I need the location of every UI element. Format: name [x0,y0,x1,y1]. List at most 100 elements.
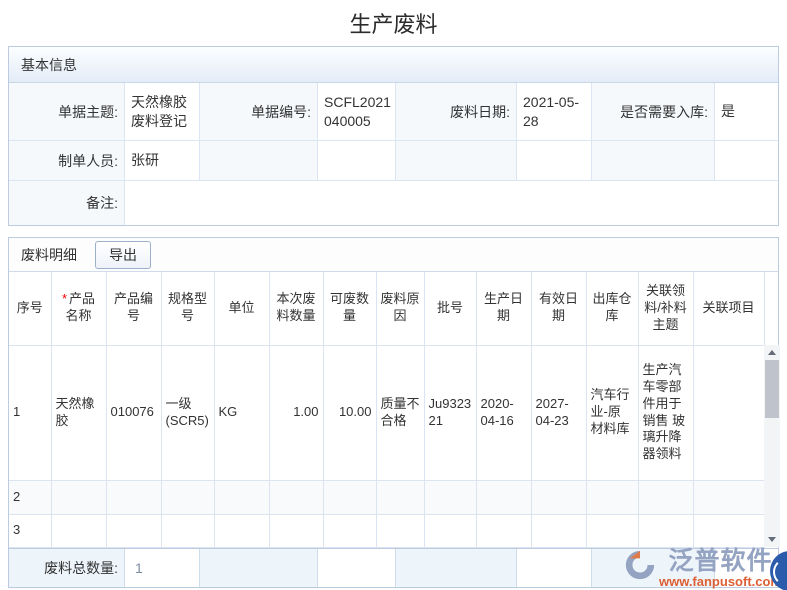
required-asterisk: * [61,291,68,307]
doc-subject-value: 天然橡胶废料登记 [125,83,200,141]
cell-warehouse: 汽车行业-原材料库 [586,345,639,481]
scrap-date-label: 废料日期: [396,83,517,141]
summary-cell [517,548,592,587]
empty-value-cell [715,141,778,181]
scrap-date-text: 2021-05-28 [523,93,580,129]
col-related-subject: 关联领料/补料主题 [638,272,694,346]
cell-prod-date [476,514,532,548]
cell-product-no [106,480,162,515]
basic-info-grid: 单据主题: 天然橡胶废料登记 单据编号: SCFL2021040005 废料日期… [9,83,778,225]
col-product-name-text: 产品名称 [65,291,96,324]
empty-label-cell [200,141,318,181]
doc-subject-text: 天然橡胶废料登记 [131,93,187,129]
creator-value: 张研 [125,141,200,181]
vertical-scrollbar[interactable] [764,345,780,547]
cell-scrap-qty [269,514,324,548]
cell-batch-no [424,480,477,515]
detail-section: 废料明细 导出 序号 * 产品名称 产品编号 规格型号 单位 本次废料数量 可废… [8,237,780,588]
cell-product-no [106,514,162,548]
cell-seq: 1 [9,345,52,481]
creator-text: 张研 [131,152,159,169]
col-related-project: 关联项目 [693,272,765,346]
cell-seq: 3 [9,514,52,548]
page-title: 生产废料 [349,12,438,37]
empty-value-cell [517,141,592,181]
doc-no-text: SCFL2021040005 [324,93,391,129]
scrollbar-down-arrow-icon[interactable] [764,532,780,547]
basic-info-header: 基本信息 [9,47,778,83]
cell-product-name [51,480,107,515]
col-prod-date: 生产日期 [476,272,532,346]
summary-cell [715,549,778,587]
col-usable-qty: 可废数量 [323,272,377,346]
empty-value-cell [318,141,396,181]
cell-unit [214,480,270,515]
need-inbound-label: 是否需要入库: [592,83,715,141]
doc-subject-label: 单据主题: [9,83,125,141]
cell-reason [376,480,425,515]
empty-label-cell [592,141,715,181]
basic-info-section: 基本信息 单据主题: 天然橡胶废料登记 单据编号: SCFL2021040005… [8,46,779,226]
detail-section-title: 废料明细 [21,246,77,263]
cell-unit: KG [214,345,270,481]
cell-product-no: 010076 [106,345,162,481]
basic-info-title: 基本信息 [21,56,77,73]
col-product-name: * 产品名称 [51,272,107,346]
cell-usable-qty: 10.00 [323,345,377,481]
detail-table: 序号 * 产品名称 产品编号 规格型号 单位 本次废料数量 可废数量 废料原因 批… [9,272,765,548]
col-seq: 序号 [9,272,52,346]
table-row[interactable]: 3 [9,514,765,548]
scrollbar-up-arrow-icon[interactable] [764,345,780,360]
col-reason: 废料原因 [376,272,425,346]
cell-reason [376,514,425,548]
summary-cell [318,548,396,587]
export-button[interactable]: 导出 [95,240,151,269]
cell-related-subject [638,480,694,515]
cell-prod-date [476,480,532,515]
cell-related-project [693,480,765,515]
cell-related-subject [638,514,694,548]
remark-value [125,181,778,225]
remark-label: 备注: [9,181,125,225]
summary-cell [396,548,517,587]
cell-warehouse [586,514,639,548]
total-qty-value: 1 [125,548,200,587]
col-product-no: 产品编号 [106,272,162,346]
col-warehouse: 出库仓库 [586,272,639,346]
cell-spec [161,480,215,515]
cell-prod-date: 2020-04-16 [476,345,532,481]
cell-product-name: 天然橡胶 [51,345,107,481]
cell-warehouse [586,480,639,515]
col-valid-date: 有效日期 [531,272,587,346]
doc-no-label: 单据编号: [200,83,318,141]
cell-spec: 一级(SCR5) [161,345,215,481]
cell-product-name [51,514,107,548]
cell-spec [161,514,215,548]
col-scrap-qty: 本次废料数量 [269,272,324,346]
cell-related-project [693,514,765,548]
cell-usable-qty [323,480,377,515]
cell-valid-date [531,480,587,515]
cell-usable-qty [323,514,377,548]
table-row[interactable]: 1 天然橡胶 010076 一级(SCR5) KG 1.00 10.00 质量不… [9,345,765,481]
cell-valid-date [531,514,587,548]
need-inbound-text: 是 [721,103,735,120]
creator-label: 制单人员: [9,141,125,181]
table-row[interactable]: 2 [9,480,765,515]
scrollbar-thumb[interactable] [765,360,779,418]
summary-cell [200,548,318,587]
cell-related-project [693,345,765,481]
page-root: 生产废料 基本信息 单据主题: 天然橡胶废料登记 单据编号: SCFL20210… [0,0,787,590]
cell-unit [214,514,270,548]
detail-table-zone: 序号 * 产品名称 产品编号 规格型号 单位 本次废料数量 可废数量 废料原因 批… [9,272,780,548]
empty-label-cell [396,141,517,181]
col-unit: 单位 [214,272,270,346]
cell-reason: 质量不合格 [376,345,425,481]
doc-no-value: SCFL2021040005 [318,83,396,141]
cell-related-subject: 生产汽车零部件用于销售 玻璃升降器领料 [638,345,694,481]
cell-batch-no: Ju932321 [424,345,477,481]
scrap-date-value: 2021-05-28 [517,83,592,141]
summary-cell [592,548,715,587]
total-qty-label: 废料总数量: [9,548,125,587]
cell-scrap-qty [269,480,324,515]
